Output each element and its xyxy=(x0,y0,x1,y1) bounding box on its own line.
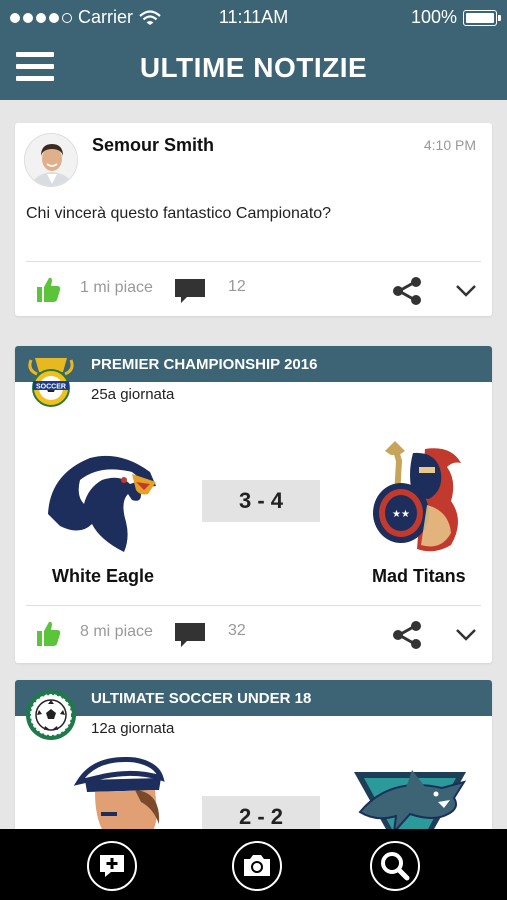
search-icon xyxy=(381,852,410,881)
comment-icon[interactable] xyxy=(173,277,207,305)
match-round: 25a giornata xyxy=(91,386,175,403)
divider xyxy=(26,605,481,606)
comments-count: 32 xyxy=(228,622,246,639)
chevron-down-icon[interactable] xyxy=(455,623,477,645)
share-icon[interactable] xyxy=(391,276,423,306)
share-icon[interactable] xyxy=(391,620,423,650)
svg-text:SOCCER: SOCCER xyxy=(36,384,66,391)
battery-label: 100% xyxy=(410,7,457,27)
post-card: Semour Smith 4:10 PM Chi vincerà questo … xyxy=(15,123,492,316)
post-text: Chi vincerà questo fantastico Campionato… xyxy=(26,205,332,222)
post-author[interactable]: Semour Smith xyxy=(92,135,214,156)
home-team-name[interactable]: White Eagle xyxy=(52,566,154,587)
league-banner: ULTIMATE SOCCER UNDER 18 xyxy=(15,680,492,716)
likes-count[interactable]: 8 mi piace xyxy=(80,623,153,641)
camera-button[interactable] xyxy=(232,841,282,891)
match-round: 12a giornata xyxy=(91,720,175,737)
league-title: ULTIMATE SOCCER UNDER 18 xyxy=(91,690,312,707)
league-title: PREMIER CHAMPIONSHIP 2016 xyxy=(91,356,318,373)
league-banner: PREMIER CHAMPIONSHIP 2016 xyxy=(15,346,492,382)
page-title: ULTIME NOTIZIE xyxy=(139,52,368,83)
battery-icon xyxy=(463,9,501,26)
svg-text:★★: ★★ xyxy=(392,509,410,520)
nav-bar: ULTIME NOTIZIE xyxy=(0,34,507,100)
away-team-name[interactable]: Mad Titans xyxy=(372,566,466,587)
match-score: 3 - 4 xyxy=(202,480,320,522)
match-actions: 8 mi piace 32 xyxy=(15,613,492,653)
battery-indicator: 100% xyxy=(410,7,501,28)
eagle-logo xyxy=(48,455,156,552)
comment-icon[interactable] xyxy=(173,621,207,649)
avatar[interactable] xyxy=(24,133,78,187)
camera-icon xyxy=(244,855,270,876)
search-button[interactable] xyxy=(370,841,420,891)
add-comment-icon xyxy=(100,855,124,877)
thumbs-up-icon[interactable] xyxy=(35,275,61,303)
tab-bar xyxy=(0,829,507,900)
post-time: 4:10 PM xyxy=(423,137,476,153)
match-card[interactable]: ULTIMATE SOCCER UNDER 18 12a giornata 2 … xyxy=(15,680,492,872)
soccer-ball-logo xyxy=(26,690,76,740)
status-bar: Carrier 11:11AM 100% xyxy=(0,0,507,34)
titan-logo: ★★ xyxy=(373,441,461,552)
likes-count[interactable]: 1 mi piace xyxy=(80,279,153,297)
match-card[interactable]: PREMIER CHAMPIONSHIP 2016 SOCCER 25a gio… xyxy=(15,346,492,663)
thumbs-up-icon[interactable] xyxy=(35,619,61,647)
soccer-league-logo: SOCCER xyxy=(28,358,74,407)
chevron-down-icon[interactable] xyxy=(455,279,477,301)
new-post-button[interactable] xyxy=(87,841,137,891)
divider xyxy=(26,261,481,262)
comments-count: 12 xyxy=(228,278,246,295)
post-actions: 1 mi piace 12 xyxy=(15,269,492,309)
